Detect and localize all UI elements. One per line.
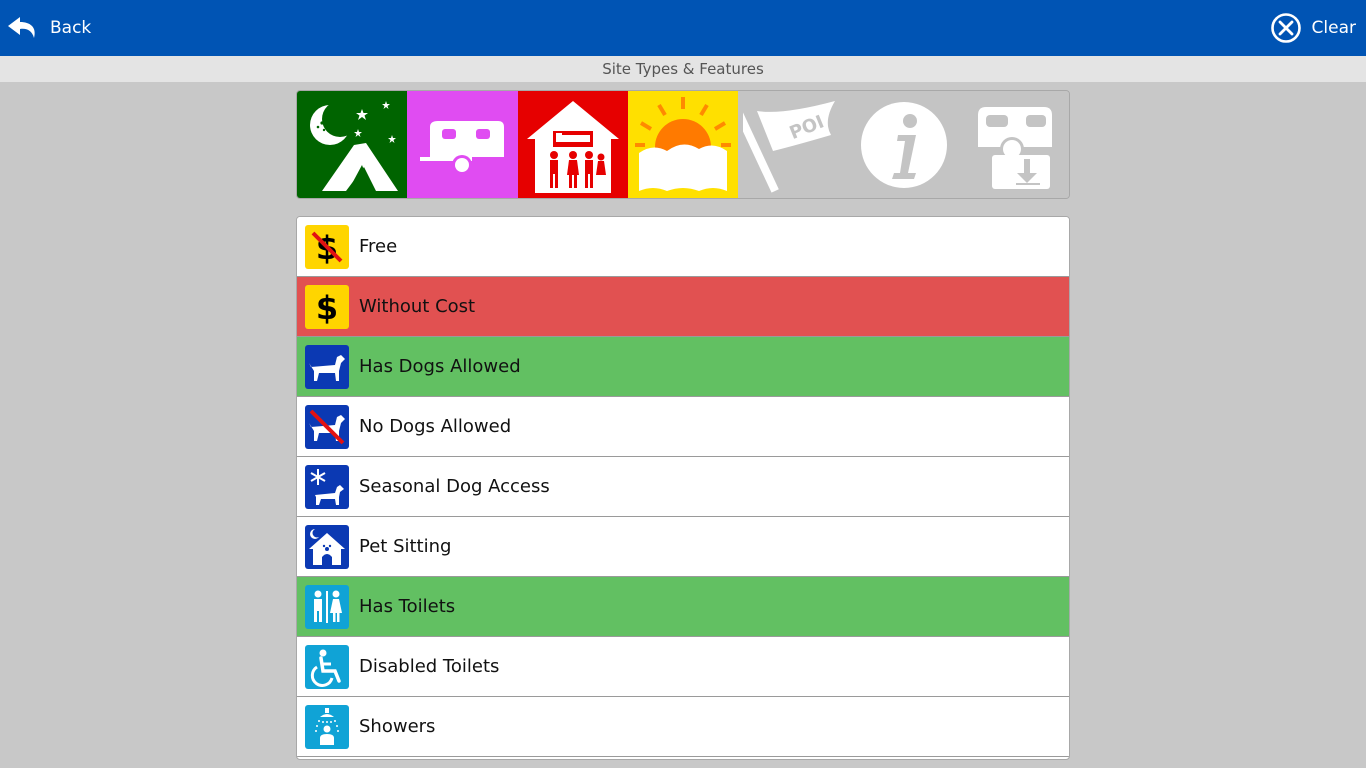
feature-row-has-toilets[interactable]: Has Toilets — [297, 577, 1069, 637]
no-dollar-icon: $ — [305, 224, 349, 269]
house-bed-icon — [526, 100, 619, 193]
dog-icon — [305, 344, 349, 389]
no-dog-icon — [305, 404, 349, 449]
feature-row-pet-sitting[interactable]: Pet Sitting — [297, 517, 1069, 577]
feature-label: Without Cost — [359, 296, 476, 317]
site-type-selector: POI — [296, 90, 1070, 199]
site-type-camping-tile[interactable] — [297, 91, 408, 198]
undo-arrow-icon — [8, 17, 35, 38]
feature-label: Pet Sitting — [359, 536, 452, 557]
feature-label: No Dogs Allowed — [359, 416, 512, 437]
feature-label: Has Toilets — [359, 596, 456, 617]
feature-label: Has Dogs Allowed — [359, 356, 521, 377]
toilets-icon — [305, 584, 349, 629]
shower-icon — [305, 704, 349, 749]
feature-row-without-cost[interactable]: $ Without Cost — [297, 277, 1069, 337]
feature-row-no-dogs-allowed[interactable]: No Dogs Allowed — [297, 397, 1069, 457]
site-type-dump-point-tile[interactable] — [958, 91, 1069, 198]
clear-button[interactable]: Clear — [1270, 12, 1356, 44]
feature-row-showers[interactable]: Showers — [297, 697, 1069, 757]
features-list: $ Free $ Without Cost Has Dogs Allowed N… — [296, 216, 1070, 760]
wheelchair-icon — [305, 644, 349, 689]
circle-x-icon — [1270, 13, 1301, 43]
snowflake-dog-icon — [305, 464, 349, 509]
feature-row-has-dogs-allowed[interactable]: Has Dogs Allowed — [297, 337, 1069, 397]
back-label: Back — [50, 18, 92, 38]
feature-label: Disabled Toilets — [359, 656, 500, 677]
sun-icon — [634, 96, 731, 191]
info-icon — [860, 101, 947, 188]
page-title: Site Types & Features — [0, 56, 1366, 82]
svg-text:$: $ — [316, 289, 338, 327]
dog-house-icon — [305, 524, 349, 569]
caravan-dump-icon — [977, 106, 1052, 189]
back-button[interactable]: Back — [6, 12, 91, 44]
site-type-day-use-tile[interactable] — [627, 91, 739, 198]
feature-label: Free — [359, 236, 398, 257]
clear-label: Clear — [1311, 18, 1356, 38]
site-type-info-tile[interactable] — [848, 91, 959, 198]
tent-moon-icon — [310, 100, 399, 191]
feature-row-seasonal-dog-access[interactable]: Seasonal Dog Access — [297, 457, 1069, 517]
feature-label: Showers — [359, 716, 436, 737]
poi-flag-icon: POI — [743, 100, 836, 193]
feature-row-disabled-toilets[interactable]: Disabled Toilets — [297, 637, 1069, 697]
site-type-caravan-tile[interactable] — [407, 91, 518, 198]
site-type-accommodation-tile[interactable] — [517, 91, 628, 198]
dollar-icon: $ — [305, 284, 349, 329]
feature-row-free[interactable]: $ Free — [297, 217, 1069, 277]
caravan-icon — [420, 120, 505, 175]
top-bar: Back Clear — [0, 0, 1366, 56]
site-type-poi-tile[interactable]: POI — [738, 91, 849, 198]
feature-label: Seasonal Dog Access — [359, 476, 550, 497]
